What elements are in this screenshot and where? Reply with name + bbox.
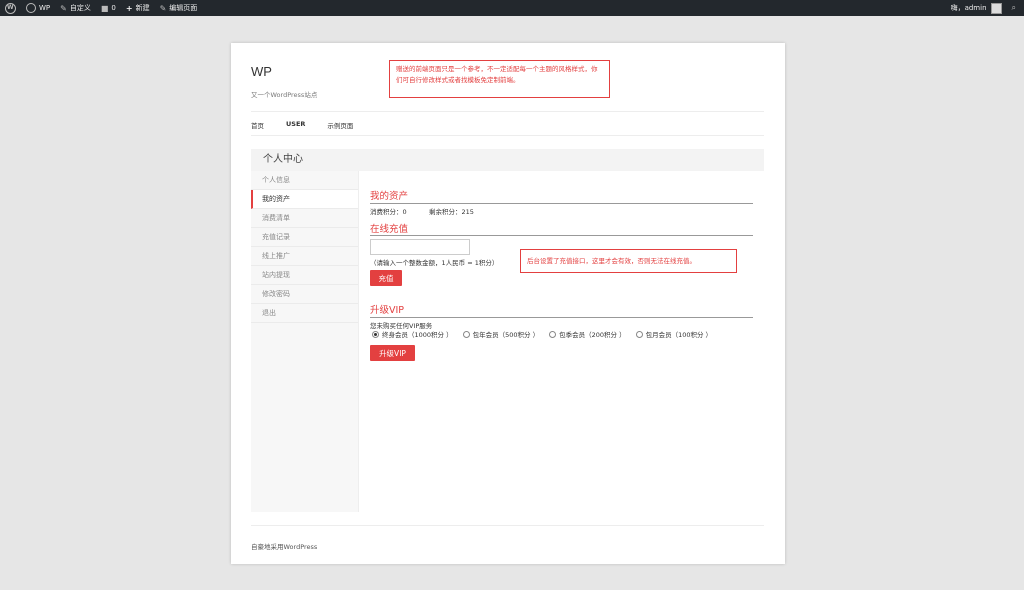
vip-option-label: 终身会员（1000积分 ） [382, 331, 453, 339]
wp-logo-menu[interactable] [0, 0, 21, 16]
customize-label: 自定义 [69, 4, 91, 12]
frontend-notice: 赠送的前端页面只是一个参考，不一定适配每一个主题的风格样式，你们可自行修改样式或… [389, 60, 610, 98]
recharge-amount-input[interactable] [370, 239, 470, 255]
sidebar-item-promotion[interactable]: 线上推广 [251, 247, 358, 266]
nav-divider [251, 135, 764, 136]
edit-page-label: 编辑页面 [169, 4, 198, 12]
section-divider [370, 317, 753, 318]
new-label: 新建 [135, 4, 150, 12]
sidebar-item-withdraw[interactable]: 站内提现 [251, 266, 358, 285]
main-nav: 首页 USER 示例页面 [251, 120, 375, 130]
vip-title: 升级VIP [370, 305, 405, 316]
admin-bar: WP ✎ 自定义 ■ 0 + 新建 ✎ 编辑页面 嗨， admin ⌕ [0, 0, 1024, 16]
user-center-sidebar: 个人信息 我的资产 消费清单 充值记录 线上推广 站内提现 修改密码 退出 [251, 171, 359, 512]
vip-option-label: 包月会员（100积分 ） [645, 331, 713, 339]
vip-option-lifetime[interactable]: 终身会员（1000积分 ） [372, 329, 453, 339]
sidebar-item-spending[interactable]: 消费清单 [251, 209, 358, 228]
sidebar-item-logout[interactable]: 退出 [251, 304, 358, 323]
comment-icon: ■ [100, 3, 109, 13]
search-icon: ⌕ [1011, 3, 1016, 12]
site-title[interactable]: WP [251, 64, 272, 79]
pencil-icon: ✎ [159, 3, 167, 13]
sidebar-item-change-password[interactable]: 修改密码 [251, 285, 358, 304]
vip-options: 终身会员（1000积分 ） 包年会员（500积分 ） 包季会员（200积分 ） … [372, 329, 722, 339]
spent-points-label: 消费积分： [370, 208, 403, 216]
remaining-points-value: 215 [461, 208, 474, 216]
sidebar-item-profile[interactable]: 个人信息 [251, 171, 358, 190]
recharge-hint: （请输入一个整数金额，1人民币 = 1积分） [370, 259, 499, 267]
assets-title: 我的资产 [370, 191, 409, 202]
my-account-menu[interactable]: 嗨， admin [946, 0, 1007, 16]
section-divider [370, 203, 753, 204]
remaining-points: 剩余积分：215 [429, 206, 474, 216]
remaining-points-label: 剩余积分： [429, 208, 462, 216]
user-center-title: 个人中心 [251, 149, 764, 171]
nav-divider [251, 111, 764, 112]
greeting-label: 嗨， [950, 4, 965, 12]
comments-count: 0 [111, 4, 116, 12]
wordpress-logo-icon [5, 2, 16, 14]
sidebar-item-assets[interactable]: 我的资产 [251, 190, 358, 209]
nav-item-sample-page[interactable]: 示例页面 [327, 120, 353, 130]
vip-option-label: 包年会员（500积分 ） [472, 331, 540, 339]
footer-divider [251, 525, 764, 526]
avatar [990, 2, 1002, 14]
comments-menu[interactable]: ■ 0 [96, 0, 121, 16]
vip-option-label: 包季会员（200积分 ） [559, 331, 626, 339]
recharge-title: 在线充值 [370, 224, 409, 235]
search-menu[interactable]: ⌕ [1007, 0, 1024, 16]
recharge-button[interactable]: 充值 [370, 270, 402, 286]
radio-button[interactable] [549, 330, 557, 338]
plus-icon: + [125, 3, 133, 13]
new-content-menu[interactable]: + 新建 [121, 0, 155, 16]
vip-option-yearly[interactable]: 包年会员（500积分 ） [462, 329, 540, 339]
radio-button[interactable] [462, 330, 470, 338]
section-divider [370, 235, 753, 236]
recharge-notice: 后台设置了充值接口，这里才会有效，否则无法在线充值。 [520, 249, 737, 273]
upgrade-vip-button[interactable]: 升级VIP [370, 345, 415, 361]
user-center-main: 我的资产 消费积分：0 剩余积分：215 在线充值 （请输入一个整数金额，1人民… [370, 171, 753, 512]
site-name-menu[interactable]: WP [21, 0, 55, 16]
vip-option-monthly[interactable]: 包月会员（100积分 ） [635, 329, 713, 339]
site-name-label: WP [39, 4, 51, 12]
nav-item-home[interactable]: 首页 [251, 120, 264, 130]
spent-points: 消费积分：0 [370, 206, 407, 216]
radio-button[interactable] [635, 330, 643, 338]
dashboard-icon [26, 3, 36, 13]
site-description: 又一个WordPress站点 [251, 91, 318, 99]
edit-page-menu[interactable]: ✎ 编辑页面 [155, 0, 203, 16]
vip-option-quarterly[interactable]: 包季会员（200积分 ） [549, 329, 626, 339]
sidebar-item-recharge-history[interactable]: 充值记录 [251, 228, 358, 247]
footer-credit[interactable]: 自豪地采用WordPress [251, 541, 317, 551]
radio-button[interactable] [372, 330, 379, 338]
brush-icon: ✎ [60, 3, 67, 13]
spent-points-value: 0 [402, 208, 407, 216]
page-container: WP 又一个WordPress站点 赠送的前端页面只是一个参考，不一定适配每一个… [231, 43, 785, 564]
username-label: admin [964, 4, 987, 12]
nav-item-user[interactable]: USER [286, 120, 305, 130]
customize-menu[interactable]: ✎ 自定义 [55, 0, 96, 16]
